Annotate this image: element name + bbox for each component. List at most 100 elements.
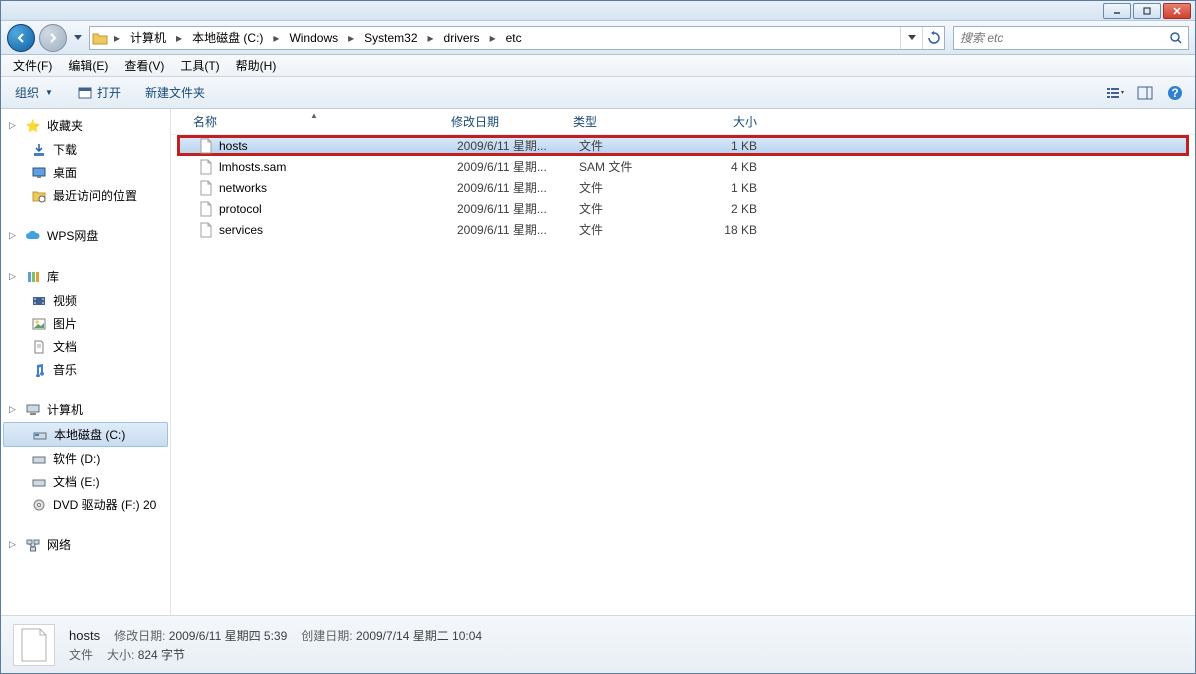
folder-icon [90,31,110,45]
sidebar-item-documents[interactable]: 文档 [1,335,170,358]
file-name: services [219,223,263,237]
new-folder-button[interactable]: 新建文件夹 [139,82,211,103]
menu-edit[interactable]: 编辑(E) [60,55,116,76]
details-pane: hosts 修改日期: 2009/6/11 星期四 5:39 创建日期: 200… [1,615,1195,673]
forward-button[interactable] [39,24,67,52]
back-button[interactable] [7,24,35,52]
preview-pane-button[interactable] [1133,81,1157,105]
file-date: 2009/6/11 星期... [449,200,571,217]
sidebar-item-videos[interactable]: 视频 [1,289,170,312]
details-created-value: 2009/7/14 星期二 10:04 [356,629,482,643]
address-dropdown[interactable] [900,27,922,49]
file-icon [199,201,215,217]
file-size: 18 KB [691,223,765,237]
file-type: 文件 [571,137,691,154]
search-input[interactable] [954,27,1164,49]
file-icon [199,138,215,154]
desktop-icon [31,165,47,181]
column-type[interactable]: 类型 [565,113,685,130]
video-icon [31,293,47,309]
sidebar-item-desktop[interactable]: 桌面 [1,161,170,184]
details-modified-label: 修改日期: [114,629,165,643]
breadcrumb-segment[interactable]: 本地磁盘 (C:) [186,27,269,49]
view-options-button[interactable] [1103,81,1127,105]
sidebar-item-drive-e[interactable]: 文档 (E:) [1,470,170,493]
chevron-right-icon[interactable]: ▸ [486,31,500,45]
menu-file[interactable]: 文件(F) [5,55,60,76]
chevron-right-icon[interactable]: ▸ [172,31,186,45]
maximize-button[interactable] [1133,3,1161,19]
menu-help[interactable]: 帮助(H) [228,55,285,76]
sidebar-wps[interactable]: ▷WPS网盘 [1,223,170,248]
sidebar-item-pictures[interactable]: 图片 [1,312,170,335]
document-icon [31,339,47,355]
breadcrumb-segment[interactable]: Windows [283,27,344,49]
breadcrumb-segment[interactable]: drivers [438,27,486,49]
chevron-right-icon[interactable]: ▸ [344,31,358,45]
help-button[interactable]: ? [1163,81,1187,105]
details-modified-value: 2009/6/11 星期四 5:39 [169,629,288,643]
file-name: protocol [219,202,262,216]
column-name[interactable]: 名称▲ [185,113,443,130]
file-type: 文件 [571,200,691,217]
file-name: networks [219,181,267,195]
sidebar-item-drive-c[interactable]: 本地磁盘 (C:) [3,422,168,447]
menu-bar: 文件(F) 编辑(E) 查看(V) 工具(T) 帮助(H) [1,55,1195,77]
file-size: 1 KB [691,139,765,153]
sidebar-item-recent[interactable]: 最近访问的位置 [1,184,170,207]
file-icon [199,222,215,238]
column-size[interactable]: 大小 [685,113,765,130]
menu-view[interactable]: 查看(V) [116,55,172,76]
search-box[interactable] [953,26,1189,50]
file-preview-icon [13,624,55,666]
file-row[interactable]: protocol 2009/6/11 星期...文件2 KB [177,198,1189,219]
sidebar-computer-header[interactable]: ▷计算机 [1,397,170,422]
file-row[interactable]: networks2009/6/11 星期...文件1 KB [177,177,1189,198]
search-icon[interactable] [1164,31,1188,45]
file-list: hosts2009/6/11 星期...文件1 KBlmhosts.sam200… [171,135,1195,240]
file-name: lmhosts.sam [219,160,286,174]
history-dropdown[interactable] [71,26,85,50]
file-size: 4 KB [691,160,765,174]
column-date[interactable]: 修改日期 [443,113,565,130]
file-type: SAM 文件 [571,158,691,175]
library-icon [25,269,41,285]
chevron-right-icon[interactable]: ▸ [424,31,438,45]
file-type: 文件 [571,179,691,196]
sidebar-item-drive-d[interactable]: 软件 (D:) [1,447,170,470]
refresh-button[interactable] [922,27,944,49]
close-button[interactable] [1163,3,1191,19]
details-created-label: 创建日期: [301,629,352,643]
address-bar[interactable]: ▸ 计算机▸ 本地磁盘 (C:)▸ Windows▸ System32▸ dri… [89,26,945,50]
file-icon [199,180,215,196]
open-button[interactable]: 打开 [71,82,127,103]
sidebar-favorites-header[interactable]: ▷⭐收藏夹 [1,113,170,138]
file-date: 2009/6/11 星期... [449,221,571,238]
breadcrumb-segment[interactable]: etc [500,27,528,49]
breadcrumb-segment[interactable]: 计算机 [124,27,172,49]
file-row[interactable]: hosts2009/6/11 星期...文件1 KB [177,135,1189,156]
minimize-button[interactable] [1103,3,1131,19]
chevron-right-icon[interactable]: ▸ [269,31,283,45]
file-size: 1 KB [691,181,765,195]
file-row[interactable]: lmhosts.sam2009/6/11 星期...SAM 文件4 KB [177,156,1189,177]
sidebar-item-downloads[interactable]: 下载 [1,138,170,161]
window-titlebar [1,1,1195,21]
file-icon [199,159,215,175]
chevron-right-icon[interactable]: ▸ [110,31,124,45]
sidebar-network[interactable]: ▷网络 [1,532,170,557]
star-icon: ⭐ [25,118,41,134]
navigation-bar: ▸ 计算机▸ 本地磁盘 (C:)▸ Windows▸ System32▸ dri… [1,21,1195,55]
menu-tools[interactable]: 工具(T) [172,55,227,76]
breadcrumb-segment[interactable]: System32 [358,27,423,49]
sidebar-item-drive-dvd[interactable]: DVD 驱动器 (F:) 20 [1,493,170,516]
organize-button[interactable]: 组织▼ [9,82,59,103]
file-size: 2 KB [691,202,765,216]
svg-text:?: ? [1171,86,1178,100]
sidebar-libraries-header[interactable]: ▷库 [1,264,170,289]
details-type: 文件 [69,646,93,663]
file-row[interactable]: services2009/6/11 星期...文件18 KB [177,219,1189,240]
sidebar-item-music[interactable]: 音乐 [1,358,170,381]
content-area: ▷⭐收藏夹 下载 桌面 最近访问的位置 ▷WPS网盘 ▷库 视频 图片 文档 音… [1,109,1195,615]
cloud-icon [25,228,41,244]
